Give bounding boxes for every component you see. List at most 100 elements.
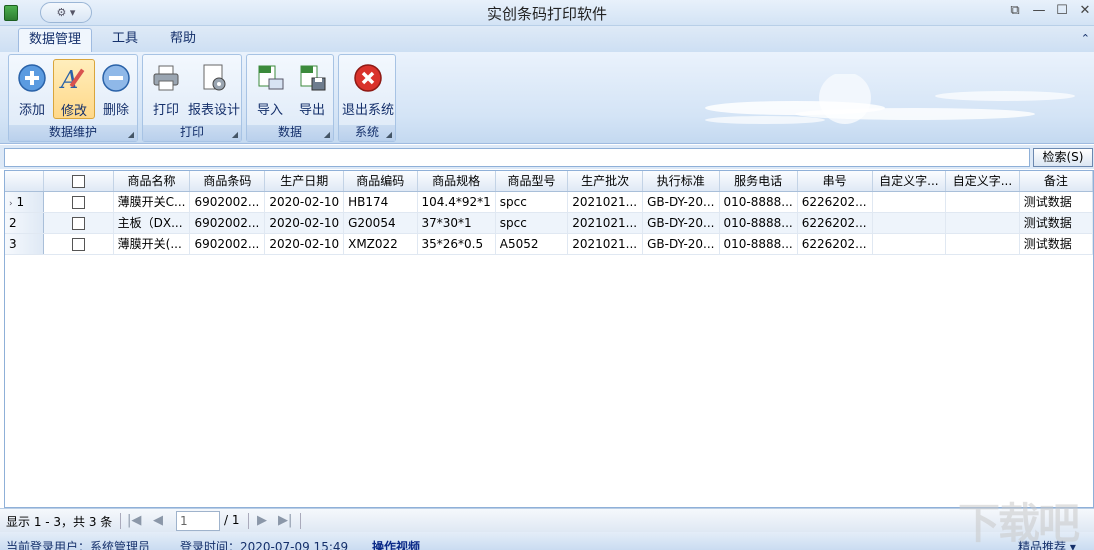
table-cell[interactable] [872,212,947,234]
table-cell[interactable]: 测试数据 [1019,191,1093,213]
table-cell[interactable]: XMZ022 [343,233,418,255]
table-cell[interactable]: 6226202... [797,191,873,213]
table-cell[interactable] [872,191,947,213]
divider [300,513,301,529]
column-header[interactable]: 自定义字... [872,171,947,192]
table-cell[interactable]: 6226202... [797,233,873,255]
table-cell[interactable]: 37*30*1 [417,212,496,234]
table-cell[interactable] [945,233,1020,255]
tab-tools[interactable]: 工具 [100,28,150,52]
export-button[interactable]: 导出 [291,59,333,119]
watermark-logo: 下载吧 [958,499,1080,548]
prev-page-icon[interactable]: ◀ [153,513,163,528]
export-label: 导出 [298,103,325,118]
table-cell[interactable]: GB-DY-20... [642,212,720,234]
table-cell[interactable]: 35*26*0.5 [417,233,496,255]
delete-button[interactable]: 删除 [95,59,137,119]
row-number[interactable]: › 1 [5,191,44,213]
page-number-input[interactable]: 1 [176,511,220,531]
table-cell[interactable]: 2021021... [567,191,644,213]
table-cell[interactable]: 测试数据 [1019,233,1093,255]
tutorial-video-link[interactable]: 操作视频 [372,538,420,550]
ribbon: 添加 A 修改 删除 数据维护 ◢ 打印 报表设计 打印 ◢ 导入 导出 数据 … [0,52,1094,144]
print-button[interactable]: 打印 [145,59,187,119]
dialog-launcher-icon[interactable]: ◢ [324,130,330,139]
ribbon-tabs: 数据管理 工具 帮助 ⌃ [0,26,1094,52]
row-number[interactable]: 3 [5,233,44,255]
search-input[interactable] [4,148,1030,167]
table-cell[interactable]: spcc [495,191,569,213]
column-header[interactable]: 备注 [1019,171,1093,192]
column-header[interactable]: 商品编码 [343,171,418,192]
group-system: 退出系统 系统 ◢ [338,54,396,142]
report-design-button[interactable]: 报表设计 [188,59,240,119]
grid-header-row: 商品名称 商品条码 生产日期 商品编码 商品规格 商品型号 生产批次 执行标准 … [5,171,1093,192]
restore-icon[interactable]: ⧉ [1006,3,1024,18]
table-cell[interactable]: 薄膜开关(... [113,233,191,255]
row-checkbox[interactable] [43,212,114,234]
table-cell[interactable]: 2020-02-10 [264,233,345,255]
column-header[interactable]: 自定义字... [945,171,1020,192]
column-header[interactable]: 执行标准 [642,171,720,192]
table-cell[interactable]: 薄膜开关C... [113,191,191,213]
table-cell[interactable]: GB-DY-20... [642,233,720,255]
column-header[interactable]: 商品条码 [189,171,266,192]
row-number[interactable]: 2 [5,212,44,234]
table-cell[interactable]: 6902002... [189,233,266,255]
table-cell[interactable]: 010-8888... [719,212,798,234]
dialog-launcher-icon[interactable]: ◢ [232,130,238,139]
select-all-checkbox[interactable] [43,171,114,192]
add-button[interactable]: 添加 [11,59,53,119]
column-header[interactable]: 生产日期 [264,171,345,192]
table-row[interactable]: 2 主板（DX... 6902002... 2020-02-10 G20054 … [5,212,1093,234]
table-cell[interactable]: 6902002... [189,191,266,213]
close-button[interactable]: ✕ [1076,3,1094,18]
maximize-button[interactable]: ☐ [1053,3,1071,18]
table-cell[interactable]: 主板（DX... [113,212,191,234]
group-data: 导入 导出 数据 ◢ [246,54,334,142]
table-cell[interactable] [945,191,1020,213]
column-header[interactable]: 商品名称 [113,171,191,192]
column-header[interactable]: 生产批次 [567,171,644,192]
table-cell[interactable]: 6226202... [797,212,873,234]
table-cell[interactable]: 6902002... [189,212,266,234]
table-row[interactable]: 3 薄膜开关(... 6902002... 2020-02-10 XMZ022 … [5,233,1093,255]
moon-cloud-decoration [705,74,1075,124]
table-cell[interactable]: G20054 [343,212,418,234]
divider [120,513,121,529]
exit-system-label: 退出系统 [341,103,394,118]
table-cell[interactable]: GB-DY-20... [642,191,720,213]
search-bar: 检索(S) [0,145,1094,169]
row-checkbox[interactable] [43,233,114,255]
column-header[interactable]: 服务电话 [719,171,798,192]
table-cell[interactable]: spcc [495,212,569,234]
dialog-launcher-icon[interactable]: ◢ [386,130,392,139]
table-cell[interactable]: 010-8888... [719,233,798,255]
table-cell[interactable]: A5052 [495,233,569,255]
minimize-button[interactable]: — [1030,3,1048,18]
column-header[interactable]: 商品规格 [417,171,496,192]
first-page-icon[interactable]: |◀ [127,513,141,528]
table-cell[interactable]: 2021021... [567,233,644,255]
table-cell[interactable]: HB174 [343,191,418,213]
search-button[interactable]: 检索(S) [1033,148,1093,167]
table-cell[interactable]: 104.4*92*1 [417,191,496,213]
table-cell[interactable]: 2020-02-10 [264,191,345,213]
table-cell[interactable]: 010-8888... [719,191,798,213]
next-page-icon[interactable]: ▶ [257,513,267,528]
table-cell[interactable]: 测试数据 [1019,212,1093,234]
row-checkbox[interactable] [43,191,114,213]
column-header[interactable]: 串号 [797,171,873,192]
column-header[interactable]: 商品型号 [495,171,569,192]
table-cell[interactable] [872,233,947,255]
table-cell[interactable]: 2021021... [567,212,644,234]
tab-data-management[interactable]: 数据管理 [18,28,92,52]
dialog-launcher-icon[interactable]: ◢ [128,130,134,139]
exit-system-button[interactable]: 退出系统 [342,59,394,119]
last-page-icon[interactable]: ▶| [278,513,292,528]
table-cell[interactable] [945,212,1020,234]
ribbon-collapse-icon[interactable]: ⌃ [1081,32,1090,45]
tab-help[interactable]: 帮助 [158,28,208,52]
table-cell[interactable]: 2020-02-10 [264,212,345,234]
table-row[interactable]: › 1 薄膜开关C... 6902002... 2020-02-10 HB174… [5,191,1093,213]
